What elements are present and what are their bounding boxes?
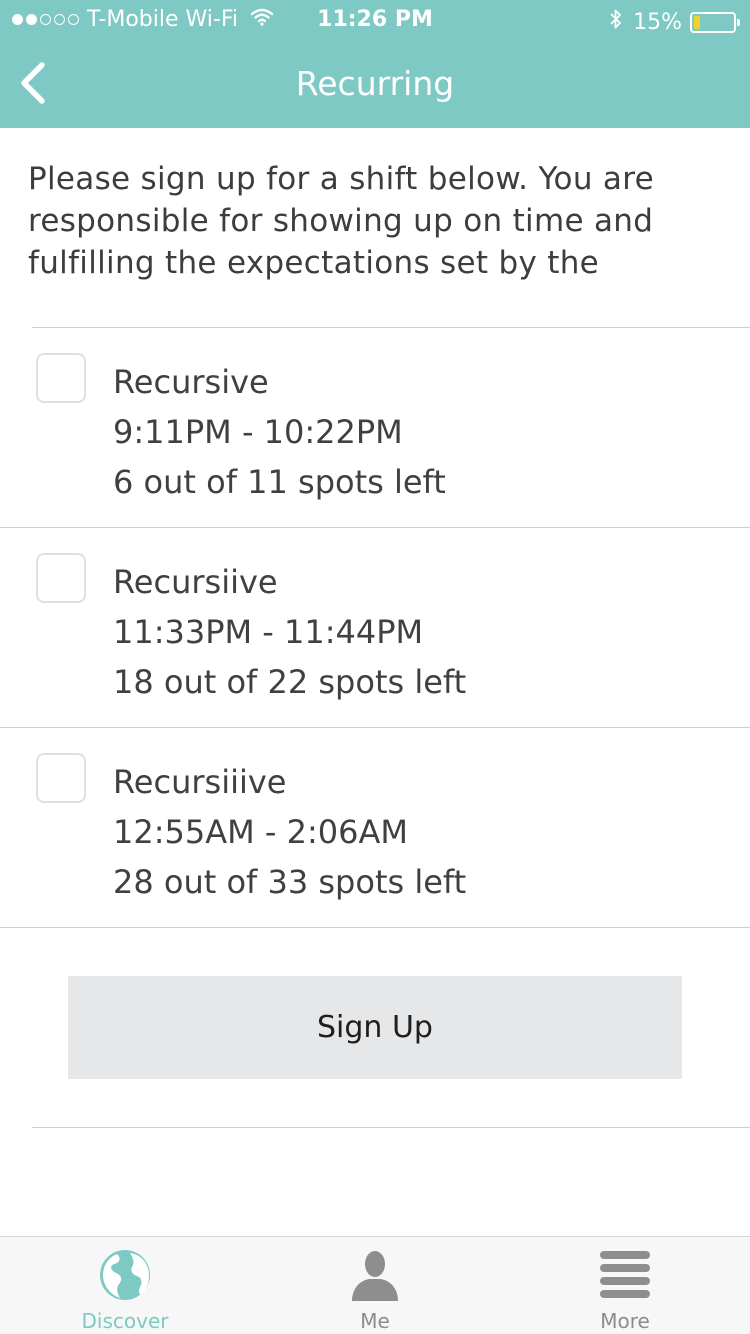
tab-more[interactable]: More [500,1237,750,1334]
divider [0,927,750,928]
shift-name: Recursive [113,363,269,401]
tab-me[interactable]: Me [250,1237,500,1334]
shift-time: 12:55AM - 2:06AM [113,813,408,851]
divider [32,1127,750,1128]
shift-time: 11:33PM - 11:44PM [113,613,424,651]
person-icon [349,1249,401,1301]
status-bar: T-Mobile Wi-Fi 11:26 PM 15% [0,0,750,40]
menu-icon [599,1249,651,1301]
shift-checkbox[interactable] [36,553,86,603]
shift-info: Recursiive 11:33PM - 11:44PM 18 out of 2… [113,557,466,707]
shift-name: Recursiive [113,563,278,601]
battery-icon [690,11,740,33]
shift-checkbox[interactable] [36,353,86,403]
intro-text: Please sign up for a shift below. You ar… [28,161,654,281]
tab-discover[interactable]: Discover [0,1237,250,1334]
tab-bar: Discover Me More [0,1236,750,1334]
globe-icon [99,1249,151,1301]
shift-item-2[interactable]: Recursiive 11:33PM - 11:44PM 18 out of 2… [0,527,750,727]
tab-label: Discover [81,1309,169,1333]
bluetooth-icon [609,7,623,37]
shift-checkbox[interactable] [36,753,86,803]
page-title: Recurring [295,64,455,103]
shift-info: Recursiiive 12:55AM - 2:06AM 28 out of 3… [113,757,466,907]
shift-item-3[interactable]: Recursiiive 12:55AM - 2:06AM 28 out of 3… [0,727,750,927]
shift-item-1[interactable]: Recursive 9:11PM - 10:22PM 6 out of 11 s… [0,327,750,527]
header: T-Mobile Wi-Fi 11:26 PM 15% Recurring [0,0,750,128]
shift-info: Recursive 9:11PM - 10:22PM 6 out of 11 s… [113,357,446,507]
tab-label: Me [360,1309,390,1333]
shift-spots: 28 out of 33 spots left [113,863,467,901]
status-right: 15% [609,7,740,37]
battery-percent: 15% [633,9,682,35]
tab-label: More [600,1309,650,1333]
shift-name: Recursiiive [113,763,287,801]
shift-spots: 6 out of 11 spots left [113,463,446,501]
sign-up-button[interactable]: Sign Up [68,976,682,1079]
shift-spots: 18 out of 22 spots left [113,663,467,701]
shift-time: 9:11PM - 10:22PM [113,413,403,451]
